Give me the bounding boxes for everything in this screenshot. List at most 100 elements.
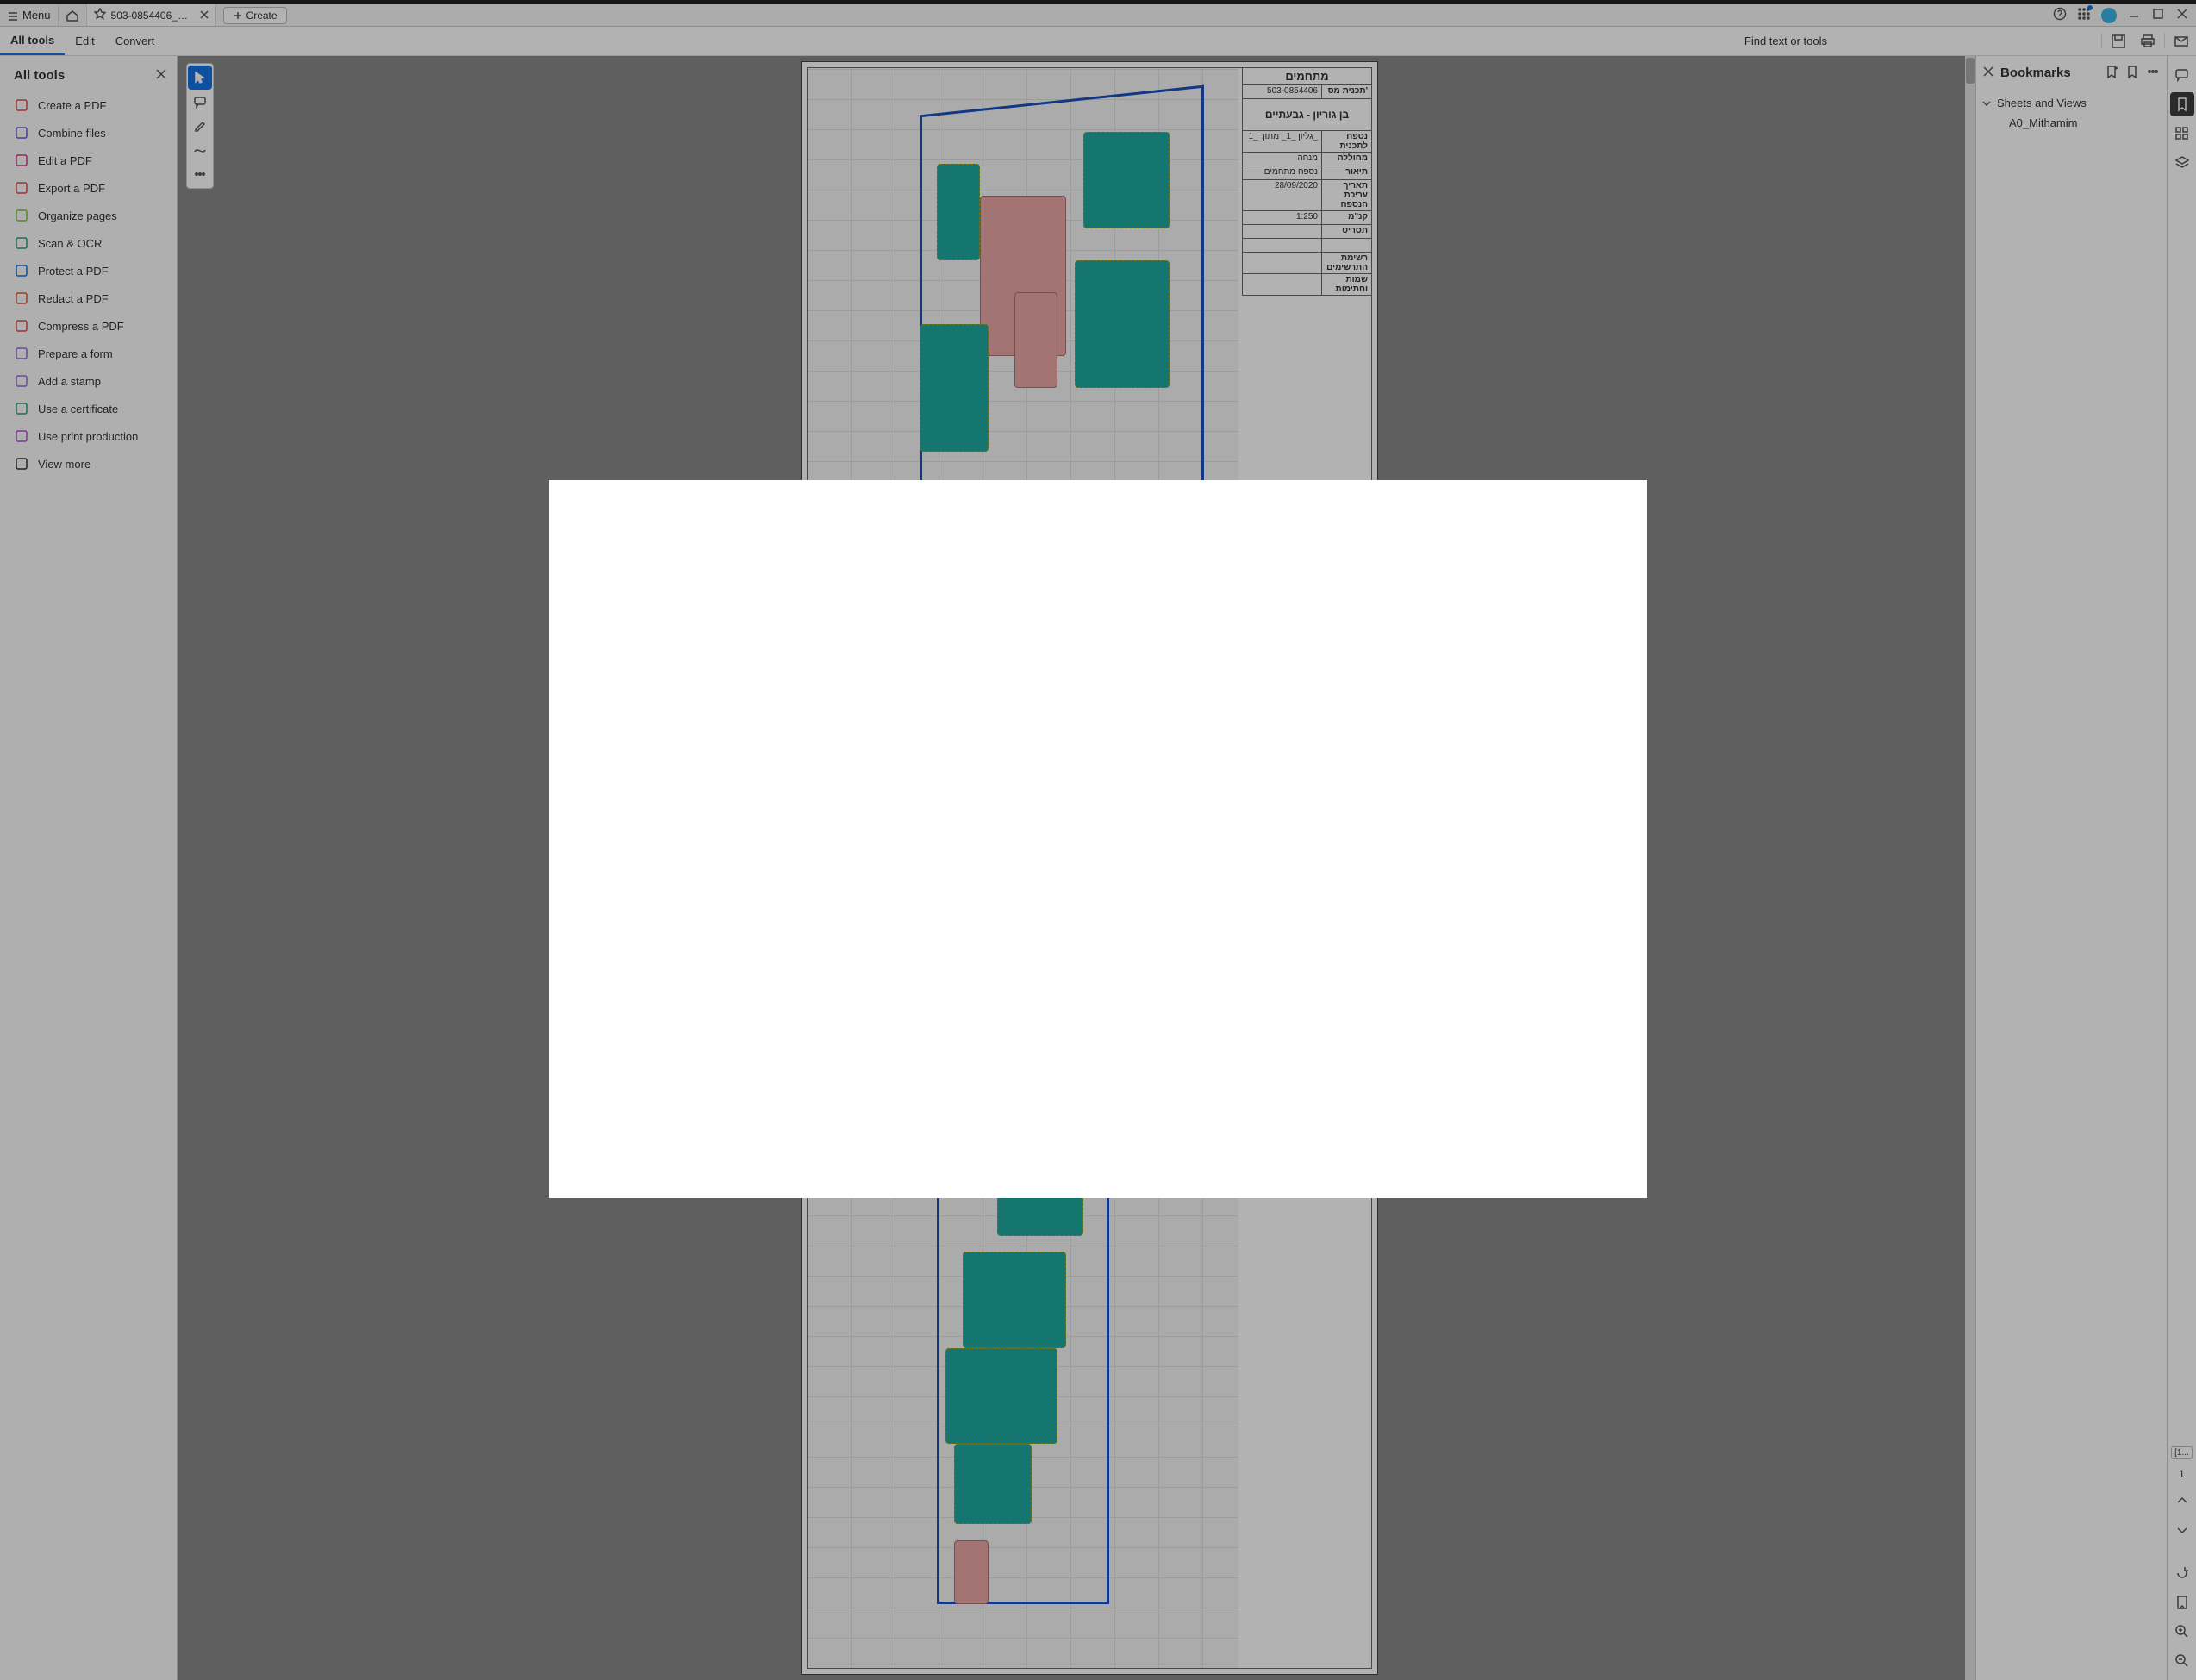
home-icon: [66, 9, 79, 22]
menu-button[interactable]: Menu: [0, 4, 59, 26]
draw-tool[interactable]: [188, 138, 212, 162]
star-icon[interactable]: [94, 8, 106, 22]
title-block-row: שמות וחתימות: [1243, 274, 1371, 296]
account-avatar[interactable]: [2101, 8, 2117, 23]
close-icon: [1983, 66, 1993, 77]
tool-icon: [14, 401, 29, 416]
tool-item[interactable]: Use a certificate: [0, 395, 177, 422]
tool-item[interactable]: Prepare a form: [0, 340, 177, 367]
subtab-edit[interactable]: Edit: [65, 27, 104, 55]
page-indicator[interactable]: [1...: [2171, 1446, 2193, 1459]
subtab-convert[interactable]: Convert: [105, 27, 165, 55]
save-button[interactable]: [2104, 27, 2133, 55]
bookmark-leaf[interactable]: A0_Mithamim: [1976, 113, 2167, 133]
bookmark-leaf-label: A0_Mithamim: [2009, 116, 2077, 129]
tool-item[interactable]: Compress a PDF: [0, 312, 177, 340]
vertical-scrollbar[interactable]: [1965, 56, 1975, 1680]
title-block-label: תאריך עריכת הנספח: [1321, 180, 1371, 210]
rail-layers-button[interactable]: [2170, 151, 2194, 175]
title-block-row: 1:250קנ"מ: [1243, 211, 1371, 225]
title-block-label: רשימת התרשימים: [1321, 253, 1371, 273]
bookmarks-title: Bookmarks: [2000, 66, 2098, 80]
create-button[interactable]: Create: [223, 7, 287, 24]
find-text-button[interactable]: Find text or tools: [1736, 27, 2099, 55]
title-block-value: 28/09/2020: [1243, 180, 1321, 210]
rail-bookmarks-button[interactable]: [2170, 92, 2194, 116]
tool-item[interactable]: Redact a PDF: [0, 284, 177, 312]
bookmarks-more-button[interactable]: [2146, 65, 2160, 81]
page-icon: [2174, 1595, 2190, 1610]
tool-item[interactable]: Add a stamp: [0, 367, 177, 395]
tab-close-button[interactable]: [200, 9, 209, 22]
add-bookmark-button[interactable]: [2105, 65, 2118, 81]
create-label: Create: [246, 9, 278, 22]
bookmark-button[interactable]: [2125, 65, 2139, 81]
tool-icon: [14, 428, 29, 444]
tool-item[interactable]: View more: [0, 450, 177, 478]
tool-item[interactable]: Combine files: [0, 119, 177, 147]
more-tools[interactable]: [188, 162, 212, 186]
highlight-tool[interactable]: [188, 114, 212, 138]
tool-item[interactable]: Protect a PDF: [0, 257, 177, 284]
page-down-button[interactable]: [2170, 1518, 2194, 1542]
title-block-value: מנחה: [1243, 153, 1321, 166]
subtab-all-tools[interactable]: All tools: [0, 27, 65, 55]
rotate-button[interactable]: [2170, 1561, 2194, 1585]
tool-item[interactable]: Scan & OCR: [0, 229, 177, 257]
title-block-label: קנ"מ: [1321, 211, 1371, 224]
bookmark-node-root[interactable]: Sheets and Views: [1976, 93, 2167, 113]
maximize-icon: [2151, 7, 2165, 21]
print-button[interactable]: [2133, 27, 2162, 55]
tool-item[interactable]: Edit a PDF: [0, 147, 177, 174]
window-close-button[interactable]: [2175, 7, 2189, 23]
title-block-value: [1243, 274, 1321, 295]
tool-label: Prepare a form: [38, 347, 113, 360]
tool-item[interactable]: Use print production: [0, 422, 177, 450]
title-block-value: נספח מתחמים: [1243, 166, 1321, 179]
tool-item[interactable]: Create a PDF: [0, 91, 177, 119]
mail-icon: [2174, 34, 2189, 49]
minimize-button[interactable]: [2127, 7, 2141, 23]
zoom-in-button[interactable]: [2170, 1620, 2194, 1644]
apps-button[interactable]: [2077, 7, 2091, 23]
plan-location: בן גוריון - גבעתיים: [1262, 108, 1352, 122]
more-icon: [193, 167, 207, 181]
file-tab[interactable]: 503-0854406_ÄÜçÄ...: [87, 4, 216, 26]
title-block-value: גליון _1_ מתוך _1_: [1243, 131, 1321, 152]
tool-item[interactable]: Organize pages: [0, 202, 177, 229]
zoom-out-button[interactable]: [2170, 1649, 2194, 1673]
quick-tools: [186, 63, 214, 189]
title-block: מתחמים 503-0854406תכנית מס' בן גוריון - …: [1242, 68, 1371, 296]
comment-tool[interactable]: [188, 90, 212, 114]
tool-item[interactable]: Export a PDF: [0, 174, 177, 202]
bookmark-root-label: Sheets and Views: [1997, 97, 2087, 109]
bookmarks-close-button[interactable]: [1983, 66, 1993, 79]
page-display-button[interactable]: [2170, 1590, 2194, 1614]
left-panel-title: All tools: [14, 68, 65, 83]
layers-icon: [2174, 155, 2190, 171]
title-block-value: [1243, 225, 1321, 238]
tool-icon: [14, 318, 29, 334]
title-block-heading: מתחמים: [1243, 68, 1371, 85]
rail-comments-button[interactable]: [2170, 63, 2194, 87]
scrollbar-thumb[interactable]: [1966, 58, 1975, 84]
tool-label: Protect a PDF: [38, 265, 109, 278]
more-icon: [2146, 65, 2160, 78]
modal-dialog[interactable]: [549, 480, 1647, 1197]
cursor-icon: [193, 71, 207, 84]
bookmark-icon: [2174, 97, 2190, 112]
panel-close-button[interactable]: [156, 69, 166, 82]
subtab-label: All tools: [10, 34, 54, 47]
tool-icon: [14, 180, 29, 196]
comment-icon: [193, 95, 207, 109]
share-button[interactable]: [2167, 27, 2196, 55]
apps-icon: [2077, 7, 2091, 21]
home-button[interactable]: [59, 4, 87, 26]
rail-thumbnails-button[interactable]: [2170, 122, 2194, 146]
highlight-icon: [193, 119, 207, 133]
tool-icon: [14, 346, 29, 361]
maximize-button[interactable]: [2151, 7, 2165, 23]
title-block-label: נספח לתכנית: [1321, 131, 1371, 152]
select-tool[interactable]: [188, 66, 212, 90]
page-up-button[interactable]: [2170, 1489, 2194, 1513]
